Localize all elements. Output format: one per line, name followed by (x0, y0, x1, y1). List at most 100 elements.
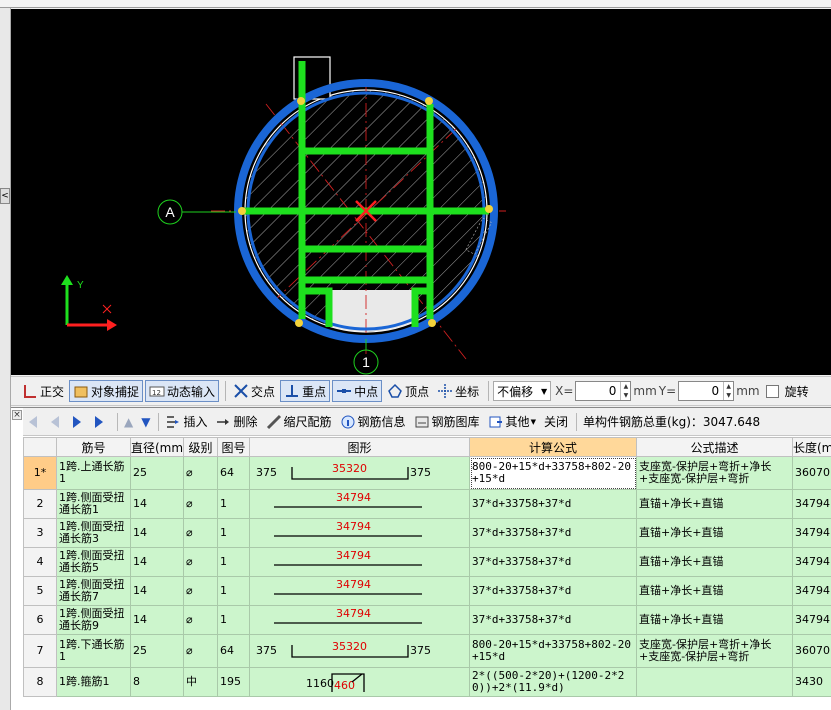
figure-number-cell[interactable]: 64 (217, 634, 250, 668)
figure-number-cell[interactable]: 1 (217, 605, 250, 635)
formula-cell[interactable]: 800-20+15*d+33758+802-20+15*d (469, 456, 637, 490)
col-header[interactable]: 筋号 (56, 437, 131, 457)
col-header[interactable]: 公式描述 (636, 437, 793, 457)
rebar-name-cell[interactable]: 1跨.侧面受扭通长筋3 (56, 518, 131, 548)
left-collapse-tab[interactable]: < (0, 188, 10, 204)
col-header[interactable]: 图形 (249, 437, 470, 457)
grade-cell[interactable]: ⌀ (183, 634, 218, 668)
rebar-library-button[interactable]: 钢筋图库 (414, 413, 480, 430)
row-number[interactable]: 1* (23, 456, 57, 490)
x-coordinate-input[interactable]: 0 ▲ ▼ (575, 381, 632, 401)
grade-cell[interactable]: ⌀ (183, 605, 218, 635)
rebar-info-button[interactable]: 钢筋信息 (340, 413, 406, 430)
rebar-name-cell[interactable]: 1跨.侧面受扭通长筋5 (56, 547, 131, 577)
formula-description-cell[interactable]: 直锚+净长+直锚 (636, 576, 793, 606)
shape-cell[interactable]: 1160 460 (249, 667, 470, 697)
diameter-cell[interactable]: 14 (130, 576, 184, 606)
insert-button[interactable]: 插入 (165, 413, 207, 430)
formula-description-cell[interactable]: 直锚+净长+直锚 (636, 605, 793, 635)
intersection-snap-button[interactable]: 交点 (230, 380, 278, 402)
panel-close-icon[interactable]: × (12, 410, 22, 420)
object-snap-button[interactable]: 对象捕捉 (69, 380, 144, 402)
diameter-cell[interactable]: 14 (130, 489, 184, 519)
move-up-icon[interactable]: ▲ (124, 415, 133, 429)
dynamic-input-button[interactable]: 12 动态输入 (145, 380, 220, 402)
length-cell[interactable]: 34794 (792, 605, 831, 635)
previous-record-icon[interactable] (51, 415, 59, 428)
first-record-icon[interactable] (29, 415, 37, 428)
figure-number-cell[interactable]: 195 (217, 667, 250, 697)
row-number[interactable]: 2 (23, 489, 57, 519)
formula-cell[interactable]: 37*d+33758+37*d (469, 518, 637, 548)
figure-number-cell[interactable]: 1 (217, 547, 250, 577)
col-header[interactable]: 图号 (217, 437, 250, 457)
rebar-name-cell[interactable]: 1跨.箍筋1 (56, 667, 131, 697)
ortho-button[interactable]: 正交 (19, 380, 67, 402)
diameter-cell[interactable]: 14 (130, 547, 184, 577)
table-row[interactable]: 3 1跨.侧面受扭通长筋3 14 ⌀ 1 34794 37*d+33758+37*d 直锚+净… (23, 518, 831, 548)
shape-cell[interactable]: 34794 (249, 547, 470, 577)
rebar-name-cell[interactable]: 1跨.侧面受扭通长筋9 (56, 605, 131, 635)
diameter-cell[interactable]: 8 (130, 667, 184, 697)
row-number[interactable]: 7 (23, 634, 57, 668)
length-cell[interactable]: 3430 (792, 667, 831, 697)
length-cell[interactable]: 34794 (792, 576, 831, 606)
diameter-cell[interactable]: 25 (130, 634, 184, 668)
formula-description-cell[interactable]: 直锚+净长+直锚 (636, 518, 793, 548)
next-record-icon[interactable] (73, 415, 81, 428)
shape-cell[interactable]: 34794 (249, 518, 470, 548)
row-number[interactable]: 4 (23, 547, 57, 577)
formula-cell[interactable]: 37*d+33758+37*d (469, 576, 637, 606)
close-panel-button[interactable]: 关闭 (544, 413, 568, 430)
col-header[interactable]: 级别 (183, 437, 218, 457)
diameter-cell[interactable]: 25 (130, 456, 184, 490)
formula-cell[interactable]: 37*d+33758+37*d (469, 605, 637, 635)
last-record-icon[interactable] (95, 415, 103, 428)
figure-number-cell[interactable]: 1 (217, 576, 250, 606)
shape-cell[interactable]: 34794 (249, 605, 470, 635)
formula-cell[interactable]: 37*d+33758+37*d (469, 547, 637, 577)
formula-description-cell[interactable]: 支座宽-保护层+弯折+净长+支座宽-保护层+弯折 (636, 456, 793, 490)
drawing-canvas[interactable]: A 1 Y (11, 9, 831, 375)
other-menu-button[interactable]: 其他 ▼ (488, 413, 536, 430)
offset-mode-select[interactable]: 不偏移 ▼ (493, 381, 552, 401)
formula-description-cell[interactable] (636, 667, 793, 697)
table-row[interactable]: 6 1跨.侧面受扭通长筋9 14 ⌀ 1 34794 37*d+33758+37*d 直锚+净… (23, 605, 831, 635)
table-row[interactable]: 1* 1跨.上通长筋1 25 ⌀ 64 375 35320 375 800-20+15*d+33… (23, 456, 831, 490)
grade-cell[interactable]: ⌀ (183, 576, 218, 606)
shape-cell[interactable]: 375 35320 375 (249, 634, 470, 668)
table-row[interactable]: 4 1跨.侧面受扭通长筋5 14 ⌀ 1 34794 37*d+33758+37*d 直锚+净… (23, 547, 831, 577)
table-row[interactable]: 7 1跨.下通长筋1 25 ⌀ 64 375 35320 375 800-20+15*d+337… (23, 634, 831, 668)
length-cell[interactable]: 36070 (792, 634, 831, 668)
grade-cell[interactable]: 中 (183, 667, 218, 697)
midpoint-snap-button[interactable]: 中点 (332, 380, 383, 402)
row-number[interactable]: 6 (23, 605, 57, 635)
grade-cell[interactable]: ⌀ (183, 456, 218, 490)
coordinate-snap-button[interactable]: 坐标 (434, 380, 482, 402)
rebar-name-cell[interactable]: 1跨.侧面受扭通长筋1 (56, 489, 131, 519)
diameter-cell[interactable]: 14 (130, 605, 184, 635)
length-cell[interactable]: 34794 (792, 547, 831, 577)
shape-cell[interactable]: 34794 (249, 576, 470, 606)
figure-number-cell[interactable]: 1 (217, 518, 250, 548)
formula-description-cell[interactable]: 支座宽-保护层+弯折+净长+支座宽-保护层+弯折 (636, 634, 793, 668)
rebar-name-cell[interactable]: 1跨.侧面受扭通长筋7 (56, 576, 131, 606)
length-cell[interactable]: 36070 (792, 456, 831, 490)
rebar-name-cell[interactable]: 1跨.下通长筋1 (56, 634, 131, 668)
delete-button[interactable]: 删除 (215, 413, 258, 430)
col-header[interactable]: 直径(mm) (130, 437, 184, 457)
col-header[interactable]: 长度(mm) (792, 437, 831, 457)
move-down-icon[interactable]: ▼ (141, 415, 150, 429)
formula-cell[interactable]: 2*((500-2*20)+(1200-2*20))+2*(11.9*d) (469, 667, 637, 697)
col-header[interactable]: 计算公式 (469, 437, 637, 457)
table-row[interactable]: 8 1跨.箍筋1 8 中 195 1160 460 2*((500-2*20)+(1200-2… (23, 667, 831, 697)
length-cell[interactable]: 34794 (792, 518, 831, 548)
formula-cell[interactable]: 37*d+33758+37*d (469, 489, 637, 519)
vertex-snap-button[interactable]: 顶点 (384, 380, 432, 402)
scale-rebar-button[interactable]: 缩尺配筋 (266, 413, 332, 430)
figure-number-cell[interactable]: 1 (217, 489, 250, 519)
spinner-arrows-icon[interactable]: ▲ ▼ (620, 382, 630, 400)
grade-cell[interactable]: ⌀ (183, 489, 218, 519)
formula-description-cell[interactable]: 直锚+净长+直锚 (636, 547, 793, 577)
row-number[interactable]: 3 (23, 518, 57, 548)
